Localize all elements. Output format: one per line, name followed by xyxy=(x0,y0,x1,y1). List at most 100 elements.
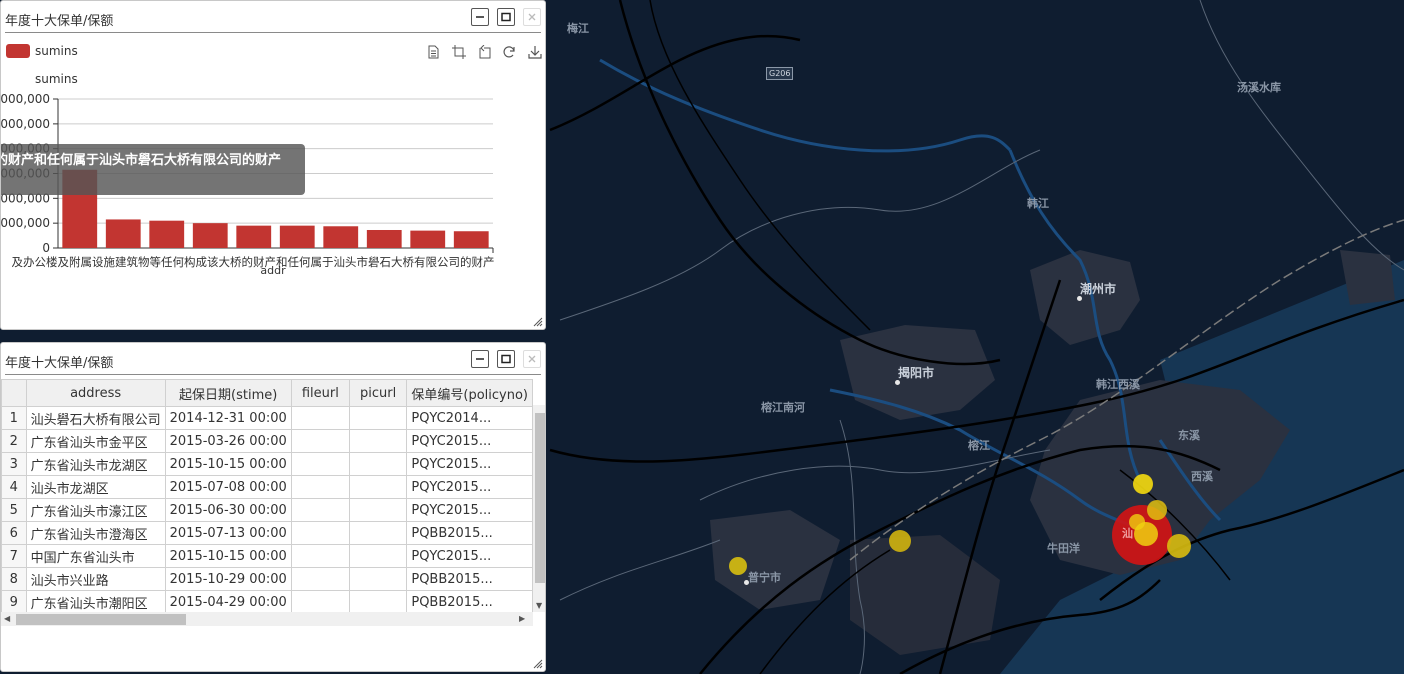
bar xyxy=(366,229,402,248)
bubble xyxy=(1167,534,1191,558)
bar xyxy=(410,230,446,248)
policyno-cell[interactable]: PQYC2015... xyxy=(406,544,533,568)
picurl-cell[interactable] xyxy=(348,475,408,499)
row-number[interactable]: 7 xyxy=(1,544,27,568)
column-header-rownum[interactable] xyxy=(1,379,27,407)
address-cell[interactable]: 广东省汕头市濠江区 xyxy=(25,498,166,522)
data-grid[interactable]: address 起保日期(stime) fileurl picurl 保单编号(… xyxy=(1,379,533,619)
close-button[interactable] xyxy=(523,350,541,368)
row-number[interactable]: 3 xyxy=(1,452,27,476)
horizontal-scrollbar[interactable]: ◀ ▶ xyxy=(1,612,533,626)
address-cell[interactable]: 广东省汕头市澄海区 xyxy=(25,521,166,545)
picurl-cell[interactable] xyxy=(348,521,408,545)
picurl-cell[interactable] xyxy=(348,406,408,430)
table-row[interactable]: 9 广东省汕头市潮阳区 2015-04-29 00:00 PQBB2015... xyxy=(1,590,533,614)
column-header-picurl[interactable]: picurl xyxy=(348,379,408,407)
table-row[interactable]: 4 汕头市龙湖区 2015-07-08 00:00 PQYC2015... xyxy=(1,475,533,499)
scroll-left-arrow-icon[interactable]: ◀ xyxy=(4,614,10,623)
scroll-down-arrow-icon[interactable]: ▼ xyxy=(536,601,542,610)
fileurl-cell[interactable] xyxy=(290,406,350,430)
fileurl-cell[interactable] xyxy=(290,498,350,522)
map-label-rongjiang-south: 榕江南河 xyxy=(761,401,805,414)
bubble xyxy=(729,557,747,575)
grid-header-row: address 起保日期(stime) fileurl picurl 保单编号(… xyxy=(1,379,533,407)
row-number[interactable]: 5 xyxy=(1,498,27,522)
fileurl-cell[interactable] xyxy=(290,590,350,614)
map-label-jieyang: 揭阳市 xyxy=(898,366,935,380)
picurl-cell[interactable] xyxy=(348,590,408,614)
vertical-scrollbar[interactable]: ▼ xyxy=(533,405,545,612)
row-number[interactable]: 4 xyxy=(1,475,27,499)
row-number[interactable]: 9 xyxy=(1,590,27,614)
vertical-scroll-thumb[interactable] xyxy=(535,413,545,583)
stime-cell[interactable]: 2015-06-30 00:00 xyxy=(164,498,292,522)
column-header-policyno[interactable]: 保单编号(policyno) xyxy=(406,379,533,407)
fileurl-cell[interactable] xyxy=(290,475,350,499)
address-cell[interactable]: 汕头市兴业路 xyxy=(25,567,166,591)
fileurl-cell[interactable] xyxy=(290,544,350,568)
y-tick-label: 12,000,000 xyxy=(1,92,50,106)
table-panel[interactable]: 年度十大保单/保额 address 起保日期(stime) fileurl pi… xyxy=(0,342,546,672)
table-row[interactable]: 7 中国广东省汕头市 2015-10-15 00:00 PQYC2015... xyxy=(1,544,533,568)
stime-cell[interactable]: 2015-03-26 00:00 xyxy=(164,429,292,453)
stime-cell[interactable]: 2014-12-31 00:00 xyxy=(164,406,292,430)
maximize-button[interactable] xyxy=(497,350,515,368)
x-tick-label: 及办公楼及附属设施建筑物等任何构成该大桥的财产和任何属于汕头市礐石大桥有限公司的… xyxy=(12,255,495,269)
stime-cell[interactable]: 2015-07-08 00:00 xyxy=(164,475,292,499)
city-dot-puning xyxy=(744,580,749,585)
stime-cell[interactable]: 2015-07-13 00:00 xyxy=(164,521,292,545)
bar xyxy=(453,231,489,248)
column-header-fileurl[interactable]: fileurl xyxy=(290,379,350,407)
address-cell[interactable]: 汕头市龙湖区 xyxy=(25,475,166,499)
address-cell[interactable]: 广东省汕头市龙湖区 xyxy=(25,452,166,476)
row-number[interactable]: 8 xyxy=(1,567,27,591)
row-number[interactable]: 2 xyxy=(1,429,27,453)
policyno-cell[interactable]: PQYC2015... xyxy=(406,498,533,522)
bar xyxy=(149,220,185,248)
picurl-cell[interactable] xyxy=(348,429,408,453)
column-header-stime[interactable]: 起保日期(stime) xyxy=(164,379,292,407)
resize-grip-icon[interactable] xyxy=(533,659,543,669)
row-number[interactable]: 6 xyxy=(1,521,27,545)
table-row[interactable]: 3 广东省汕头市龙湖区 2015-10-15 00:00 PQYC2015... xyxy=(1,452,533,476)
policyno-cell[interactable]: PQYC2014... xyxy=(406,406,533,430)
table-row[interactable]: 8 汕头市兴业路 2015-10-29 00:00 PQBB2015... xyxy=(1,567,533,591)
picurl-cell[interactable] xyxy=(348,544,408,568)
stime-cell[interactable]: 2015-10-15 00:00 xyxy=(164,452,292,476)
bar xyxy=(236,225,272,248)
policyno-cell[interactable]: PQYC2015... xyxy=(406,475,533,499)
row-number[interactable]: 1 xyxy=(1,406,27,430)
fileurl-cell[interactable] xyxy=(290,429,350,453)
map-label-puning: 普宁市 xyxy=(748,571,781,584)
policyno-cell[interactable]: PQYC2015... xyxy=(406,452,533,476)
policyno-cell[interactable]: PQBB2015... xyxy=(406,567,533,591)
table-row[interactable]: 2 广东省汕头市金平区 2015-03-26 00:00 PQYC2015... xyxy=(1,429,533,453)
picurl-cell[interactable] xyxy=(348,452,408,476)
table-row[interactable]: 1 汕头礐石大桥有限公司 2014-12-31 00:00 PQYC2014... xyxy=(1,406,533,430)
stime-cell[interactable]: 2015-10-29 00:00 xyxy=(164,567,292,591)
resize-grip-icon[interactable] xyxy=(533,317,543,327)
picurl-cell[interactable] xyxy=(348,498,408,522)
table-row[interactable]: 6 广东省汕头市澄海区 2015-07-13 00:00 PQBB2015... xyxy=(1,521,533,545)
policyno-cell[interactable]: PQBB2015... xyxy=(406,521,533,545)
policyno-cell[interactable]: PQYC2015... xyxy=(406,429,533,453)
stime-cell[interactable]: 2015-04-29 00:00 xyxy=(164,590,292,614)
scroll-right-arrow-icon[interactable]: ▶ xyxy=(519,614,525,623)
stime-cell[interactable]: 2015-10-15 00:00 xyxy=(164,544,292,568)
bar-chart[interactable]: 02,000,0004,000,0006,000,0008,000,00010,… xyxy=(1,1,546,330)
minimize-button[interactable] xyxy=(471,350,489,368)
bar xyxy=(323,226,359,248)
fileurl-cell[interactable] xyxy=(290,567,350,591)
horizontal-scroll-thumb[interactable] xyxy=(16,614,186,625)
picurl-cell[interactable] xyxy=(348,567,408,591)
table-row[interactable]: 5 广东省汕头市濠江区 2015-06-30 00:00 PQYC2015... xyxy=(1,498,533,522)
policyno-cell[interactable]: PQBB2015... xyxy=(406,590,533,614)
fileurl-cell[interactable] xyxy=(290,452,350,476)
address-cell[interactable]: 广东省汕头市潮阳区 xyxy=(25,590,166,614)
fileurl-cell[interactable] xyxy=(290,521,350,545)
address-cell[interactable]: 汕头礐石大桥有限公司 xyxy=(25,406,166,430)
column-header-address[interactable]: address xyxy=(25,379,166,407)
address-cell[interactable]: 中国广东省汕头市 xyxy=(25,544,166,568)
address-cell[interactable]: 广东省汕头市金平区 xyxy=(25,429,166,453)
chart-panel[interactable]: 年度十大保单/保额 sumins 02,000,0004,000,0006,00… xyxy=(0,0,546,330)
